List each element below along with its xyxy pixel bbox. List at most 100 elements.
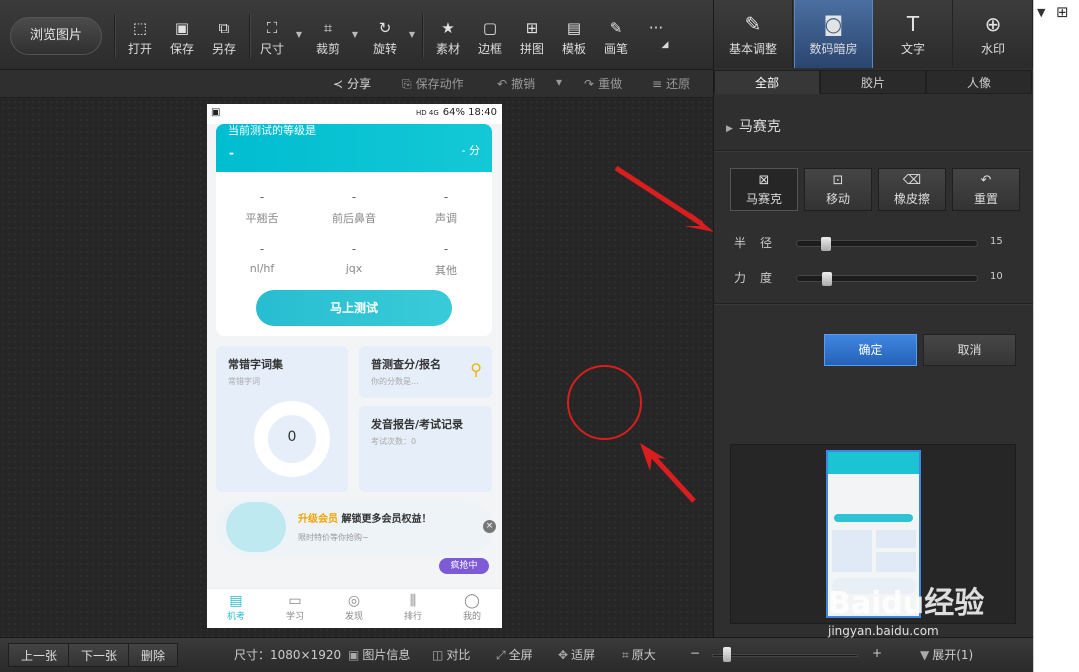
annotation-arrow-icon <box>640 443 696 503</box>
stat-item: - 平翘舌 <box>245 190 279 225</box>
start-test-button[interactable]: 马上测试 <box>256 290 452 326</box>
more-button[interactable]: ··· ◢ <box>636 18 676 60</box>
expand-button[interactable]: ▼ 展开(1) <box>920 646 973 663</box>
radius-value: 15 <box>990 236 1003 247</box>
next-image-button[interactable]: 下一张 <box>68 643 131 667</box>
save-button[interactable]: ▣ 保存 <box>162 18 202 60</box>
stat-item: - 声调 <box>435 190 457 225</box>
radius-slider-thumb[interactable] <box>821 237 831 251</box>
move-tool-button[interactable]: ⊡ 移动 <box>804 168 872 211</box>
crop-button[interactable]: ⌗ 裁剪 ▼ <box>308 18 358 60</box>
mosaic-tool-button[interactable]: ⊠ 马赛克 <box>730 168 798 211</box>
rotate-button[interactable]: ↻ 旋转 ▼ <box>365 18 415 60</box>
share-button[interactable]: ≺ 分享 <box>333 75 371 92</box>
reset-tool-button[interactable]: ↶ 重置 <box>952 168 1020 211</box>
undo-dropdown-icon[interactable]: ▾ <box>556 75 562 89</box>
tab-ranking[interactable]: ⫼ 排行 <box>393 593 433 622</box>
wrong-words-card[interactable]: 常错字词集 常错字词 0 <box>216 346 348 492</box>
vip-banner[interactable]: 升级会员 解锁更多会员权益！ 限时特价等你抢购~ <box>216 500 492 556</box>
redo-icon: ↷ <box>584 77 595 91</box>
chevron-down-icon[interactable]: ▼ <box>1037 6 1045 19</box>
grid-icon[interactable]: ⊞ <box>1056 3 1069 21</box>
strength-label: 力度 <box>734 271 787 285</box>
fullscreen-icon: ⤢ <box>496 648 506 662</box>
undo-button[interactable]: ↶ 撤销 <box>497 75 535 92</box>
tab-exam[interactable]: ▤ 机考 <box>216 593 256 622</box>
original-size-button[interactable]: ⌗ 原大 <box>622 646 656 663</box>
image-info-button[interactable]: ▣ 图片信息 <box>348 646 410 663</box>
score-query-card[interactable]: 普测查分/报名 你的分数是... ⚲ <box>359 346 492 398</box>
tab-darkroom[interactable]: ◙ 数码暗房 <box>794 0 873 68</box>
progress-ring: 0 <box>254 401 330 477</box>
image-icon: ▣ <box>211 107 221 118</box>
level-title: 当前测试的等级是 <box>228 124 316 137</box>
tab-study[interactable]: ▭ 学习 <box>275 593 315 622</box>
subtab-portrait[interactable]: 人像 <box>926 70 1032 94</box>
move-icon: ⊡ <box>832 173 844 188</box>
radius-slider[interactable] <box>796 237 978 251</box>
resize-button[interactable]: ⛶ 尺寸 ▼ <box>252 18 302 60</box>
tab-watermark[interactable]: ⊕ 水印 <box>954 0 1033 68</box>
compare-button[interactable]: ◫ 对比 <box>432 646 470 663</box>
level-card: 当前测试的等级是 - - 分 - 平翘舌 - 前后鼻音 - 声调 - nl/hf - jq… <box>216 124 492 336</box>
restore-icon: ≡ <box>652 77 663 91</box>
expand-arrow-icon: ◢ <box>661 40 669 50</box>
browse-images-button[interactable]: 浏览图片 <box>10 17 102 55</box>
tab-basic-adjust[interactable]: ✎ 基本调整 <box>714 0 793 68</box>
stat-item: - 其他 <box>435 242 457 277</box>
cancel-button[interactable]: 取消 <box>923 334 1016 366</box>
collage-icon: ⊞ <box>525 19 539 37</box>
vip-badge[interactable]: 疯抢中 <box>439 558 489 574</box>
profile-icon: ◯ <box>464 593 480 609</box>
subtab-film[interactable]: 胶片 <box>820 70 926 94</box>
tab-profile[interactable]: ◯ 我的 <box>452 593 492 622</box>
fullscreen-button[interactable]: ⤢ 全屏 <box>496 646 533 663</box>
zoom-out-button[interactable]: − <box>690 646 700 660</box>
chevron-down-icon[interactable]: ▼ <box>409 30 415 39</box>
eraser-tool-button[interactable]: ⌫ 橡皮擦 <box>878 168 946 211</box>
border-button[interactable]: ▢ 边框 <box>470 18 510 60</box>
stat-item: - 前后鼻音 <box>332 190 376 225</box>
chevron-down-icon[interactable]: ▼ <box>352 30 358 39</box>
close-icon[interactable]: × <box>483 520 496 533</box>
network-status: HD 4G <box>416 109 439 117</box>
save-action-icon: ⎘ <box>402 77 412 91</box>
annotation-arrow-icon <box>614 165 714 232</box>
save-icon: ▣ <box>174 19 190 37</box>
mosaic-section-header[interactable]: ▶ 马赛克 <box>726 116 781 136</box>
chevron-down-icon[interactable]: ▼ <box>296 30 302 39</box>
delete-button[interactable]: 删除 <box>128 643 179 667</box>
strength-slider-thumb[interactable] <box>822 272 832 286</box>
confirm-button[interactable]: 确定 <box>824 334 917 366</box>
zoom-slider-thumb[interactable] <box>723 647 731 662</box>
background-window-edge: ▼ ⊞ <box>1033 0 1079 672</box>
strength-slider[interactable] <box>796 272 978 286</box>
zoom-in-button[interactable]: + <box>872 646 882 660</box>
subtab-all[interactable]: 全部 <box>714 70 820 94</box>
zoom-slider[interactable] <box>712 654 858 657</box>
tab-discover[interactable]: ◎ 发现 <box>334 593 374 622</box>
open-button[interactable]: ⬚ 打开 <box>120 18 160 60</box>
cat-mascot-icon <box>226 502 286 552</box>
collage-button[interactable]: ⊞ 拼图 <box>512 18 552 60</box>
brush-button[interactable]: ✎ 画笔 <box>596 18 636 60</box>
redo-button[interactable]: ↷ 重做 <box>584 75 622 92</box>
fit-screen-button[interactable]: ✥ 适屏 <box>558 646 595 663</box>
divider <box>714 303 1034 304</box>
material-button[interactable]: ★ 素材 <box>428 18 468 60</box>
template-button[interactable]: ▤ 模板 <box>554 18 594 60</box>
restore-button[interactable]: ≡ 还原 <box>652 75 690 92</box>
radius-slider-row: 半径 15 <box>734 234 1024 254</box>
exam-icon: ▤ <box>229 593 243 609</box>
save-as-icon: ⧉ <box>218 19 230 37</box>
fit-icon: ✥ <box>558 648 569 662</box>
open-icon: ⬚ <box>132 19 148 37</box>
toolbar-separator <box>422 14 423 58</box>
tab-text[interactable]: T 文字 <box>874 0 953 68</box>
original-size-icon: ⌗ <box>622 648 629 662</box>
prev-image-button[interactable]: 上一张 <box>8 643 71 667</box>
level-score: - 分 <box>461 144 480 157</box>
report-card[interactable]: 发音报告/考试记录 考试次数：0 <box>359 406 492 492</box>
save-action-button[interactable]: ⎘ 保存动作 <box>402 75 464 92</box>
save-as-button[interactable]: ⧉ 另存 <box>204 18 244 60</box>
